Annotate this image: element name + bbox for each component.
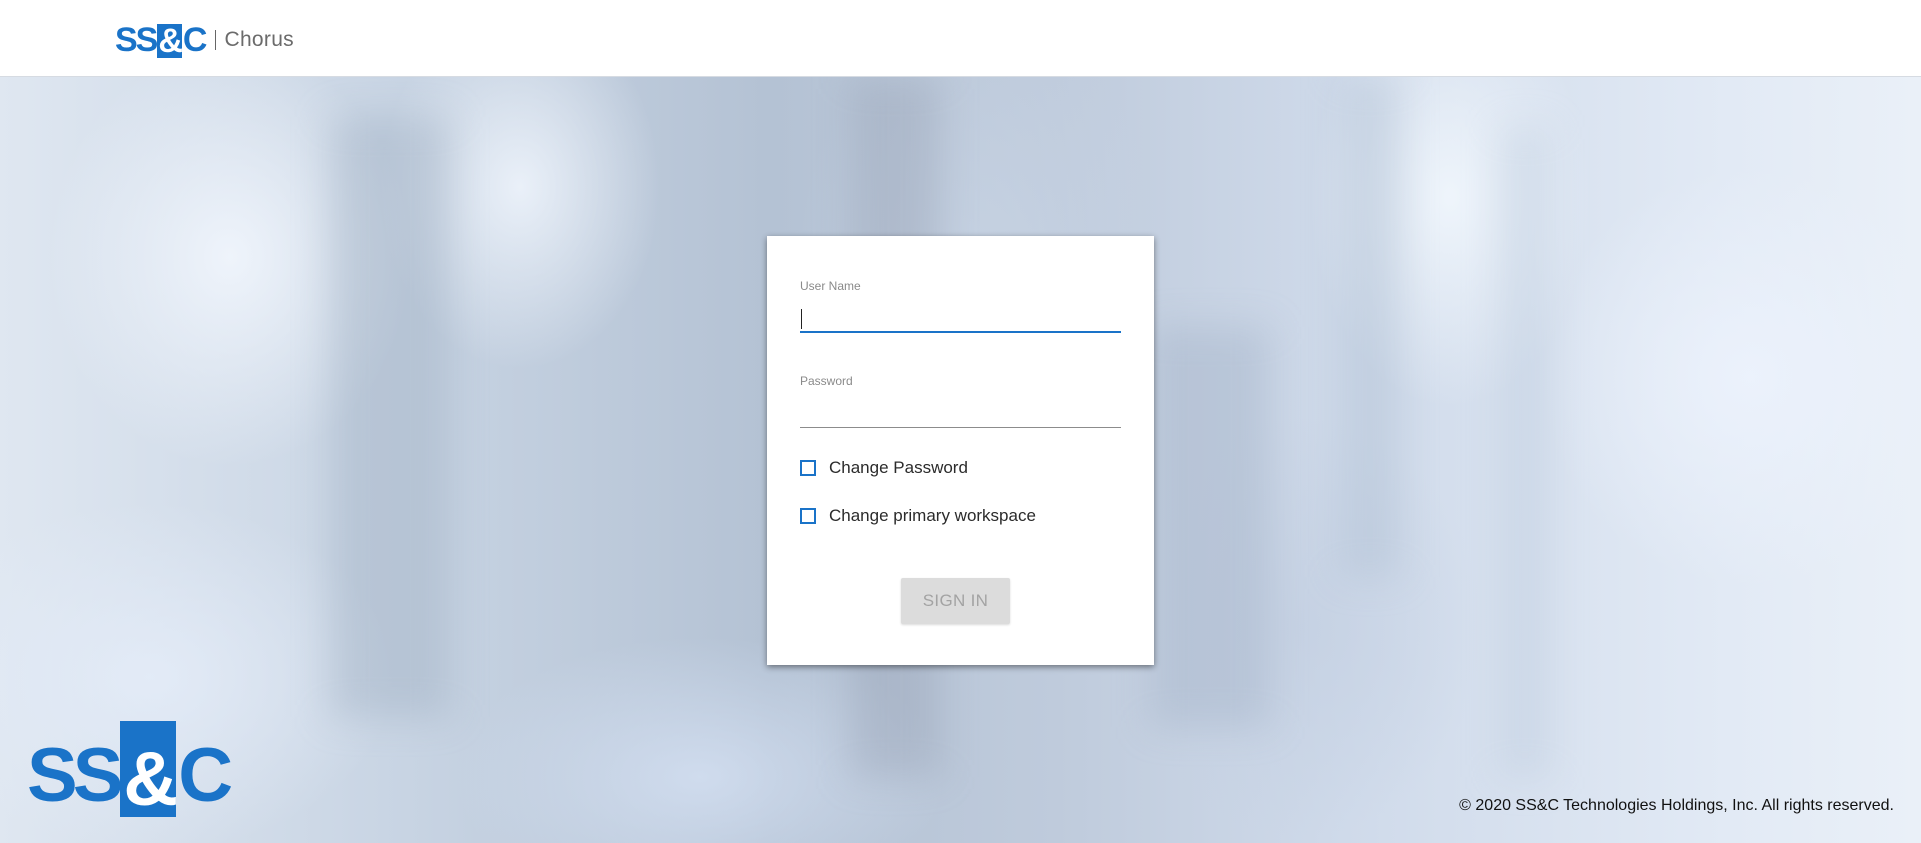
text-caret xyxy=(801,309,802,329)
sign-in-button[interactable]: SIGN IN xyxy=(901,578,1010,624)
change-password-label[interactable]: Change Password xyxy=(829,458,968,478)
logo-text-amp: & xyxy=(157,22,183,60)
product-name: Chorus xyxy=(224,28,294,51)
change-workspace-option[interactable]: Change primary workspace xyxy=(800,505,1036,527)
password-label: Password xyxy=(800,374,853,388)
logo-text-amp: & xyxy=(120,721,178,822)
password-field: Password xyxy=(800,374,1121,428)
username-label: User Name xyxy=(800,279,861,293)
username-input[interactable] xyxy=(800,299,1121,333)
logo-text-ss: SS xyxy=(115,21,158,59)
change-password-checkbox[interactable] xyxy=(800,460,816,476)
header-logo: SS & C Chorus xyxy=(115,18,294,62)
change-password-option[interactable]: Change Password xyxy=(800,457,968,479)
change-workspace-label[interactable]: Change primary workspace xyxy=(829,506,1036,526)
logo-text-c: C xyxy=(178,733,233,818)
copyright-notice: © 2020 SS&C Technologies Holdings, Inc. … xyxy=(1459,797,1894,814)
logo-text-c: C xyxy=(182,21,208,59)
ssc-logo: SS & C xyxy=(115,21,208,60)
ssc-logo-large: SS & C xyxy=(27,718,233,822)
footer-logo: SS & C xyxy=(27,718,233,822)
login-card: User Name Password Change Password Chang… xyxy=(767,236,1154,665)
change-workspace-checkbox[interactable] xyxy=(800,508,816,524)
logo-divider xyxy=(215,30,217,50)
logo-text-ss: SS xyxy=(27,733,123,818)
password-input[interactable] xyxy=(800,394,1121,428)
username-field: User Name xyxy=(800,279,1121,333)
top-header: SS & C Chorus xyxy=(0,0,1921,77)
login-page: SS & C Chorus User Name Password Change … xyxy=(0,0,1921,843)
